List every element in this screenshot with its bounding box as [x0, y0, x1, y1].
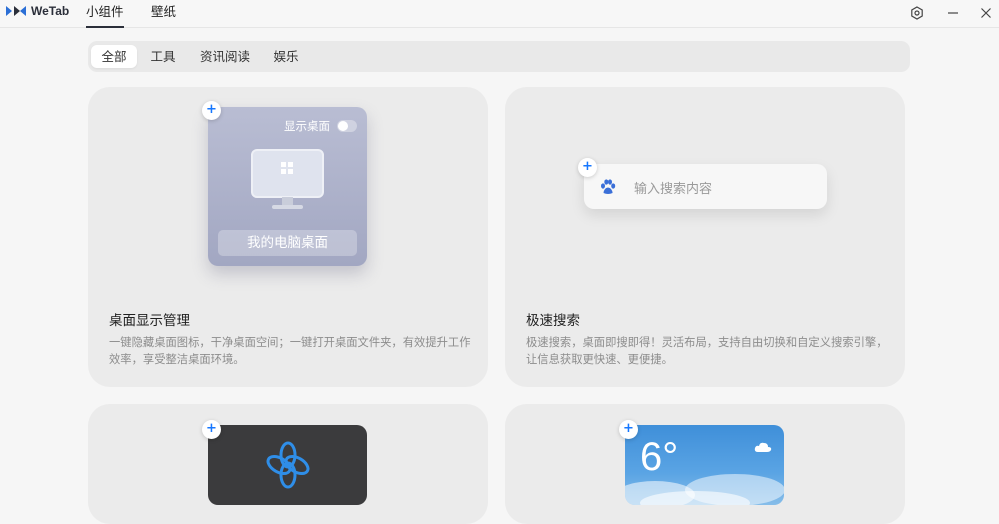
card-description: 极速搜索，桌面即搜即得！灵活布局，支持自由切换和自定义搜索引擎，让信息获取更快速…	[526, 336, 888, 366]
tab-tools[interactable]: 工具	[142, 45, 184, 68]
widget-card-desktop[interactable]: 显示桌面 我的电脑桌面 + 桌面显示管理 一键隐藏桌面图标，干净桌面空间；一键打…	[88, 87, 488, 387]
hex-gear-icon	[911, 6, 923, 20]
wetab-logo-icon	[6, 6, 26, 16]
app-logo: WeTab	[6, 4, 69, 18]
widget-card-weather[interactable]: 6° +	[505, 404, 905, 524]
add-widget-button[interactable]: +	[202, 101, 221, 120]
settings-button[interactable]	[907, 3, 927, 23]
search-widget-preview: 输入搜索内容	[584, 164, 827, 209]
flower-logo-icon	[266, 441, 310, 489]
tab-news-reading[interactable]: 资讯阅读	[193, 45, 257, 68]
monitor-icon	[251, 149, 324, 209]
card-description: 一键隐藏桌面图标，干净桌面空间；一键打开桌面文件夹，有效提升工作效率，享受整洁桌…	[109, 336, 471, 366]
nav-wallpaper[interactable]: 壁纸	[151, 0, 176, 28]
nav-widgets[interactable]: 小组件	[86, 0, 124, 28]
close-icon	[981, 8, 991, 18]
search-placeholder: 输入搜索内容	[634, 182, 713, 197]
show-desktop-label: 显示桌面	[284, 119, 330, 133]
widget-card-search[interactable]: 输入搜索内容 + 极速搜索 极速搜索，桌面即搜即得！灵活布局，支持自由切换和自定…	[505, 87, 905, 387]
card-title: 桌面显示管理	[109, 313, 190, 329]
baidu-paw-icon	[601, 179, 616, 194]
add-widget-button[interactable]: +	[619, 420, 638, 439]
widget-card-3[interactable]: +	[88, 404, 488, 524]
title-bar: WeTab 小组件 壁纸	[0, 0, 999, 28]
tab-all[interactable]: 全部	[91, 45, 137, 68]
category-tabs: 全部 工具 资讯阅读 娱乐	[88, 41, 910, 72]
dark-widget-preview	[208, 425, 367, 505]
add-widget-button[interactable]: +	[578, 158, 597, 177]
temperature: 6°	[640, 435, 679, 479]
show-desktop-toggle	[337, 120, 357, 132]
desktop-widget-preview: 显示桌面 我的电脑桌面	[208, 107, 367, 266]
tab-entertainment[interactable]: 娱乐	[264, 45, 308, 68]
card-title: 极速搜索	[526, 313, 580, 329]
minimize-icon	[948, 12, 958, 14]
app-name: WeTab	[31, 4, 70, 18]
add-widget-button[interactable]: +	[202, 420, 221, 439]
minimize-button[interactable]	[943, 3, 963, 23]
close-button[interactable]	[976, 3, 996, 23]
cloud-icon	[754, 442, 772, 452]
desktop-label: 我的电脑桌面	[218, 230, 357, 256]
weather-widget-preview: 6°	[625, 425, 784, 505]
